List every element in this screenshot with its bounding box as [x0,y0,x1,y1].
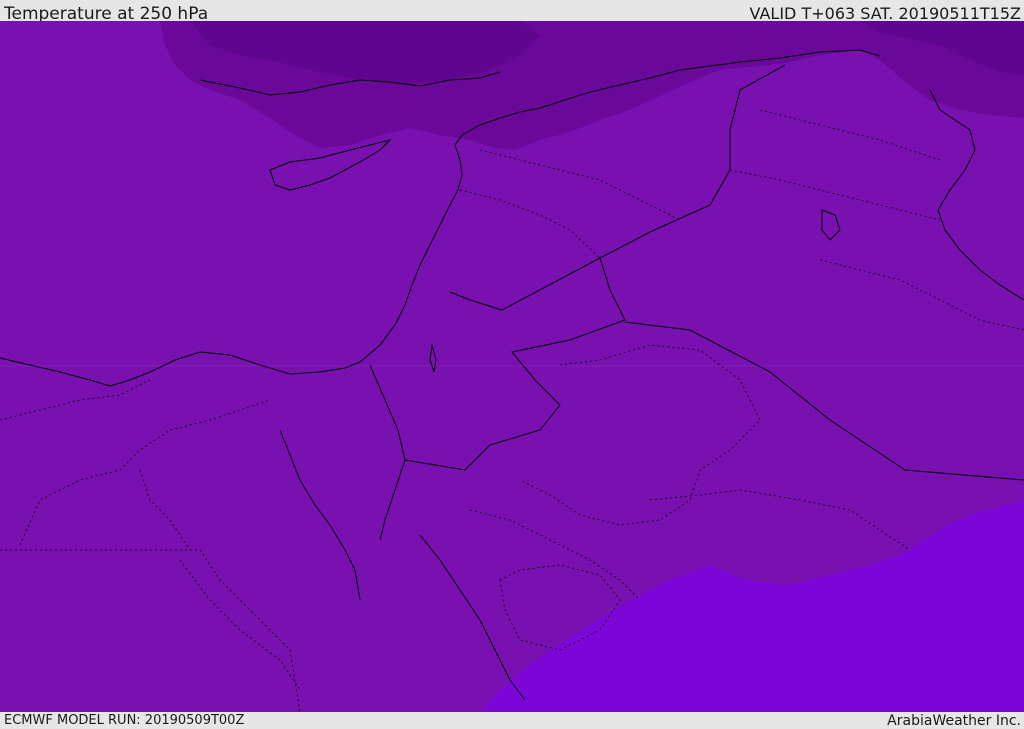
temperature-map [0,21,1024,712]
credit-label: ArabiaWeather Inc. [887,713,1021,729]
header-bar: Temperature at 250 hPa VALID T+063 SAT. … [0,0,1024,24]
footer-bar: ECMWF MODEL RUN: 20190509T00Z ArabiaWeat… [0,712,1024,729]
model-run-label: ECMWF MODEL RUN: 20190509T00Z [4,713,245,728]
map-figure: Temperature at 250 hPa VALID T+063 SAT. … [0,0,1024,729]
map-canvas [0,21,1024,712]
